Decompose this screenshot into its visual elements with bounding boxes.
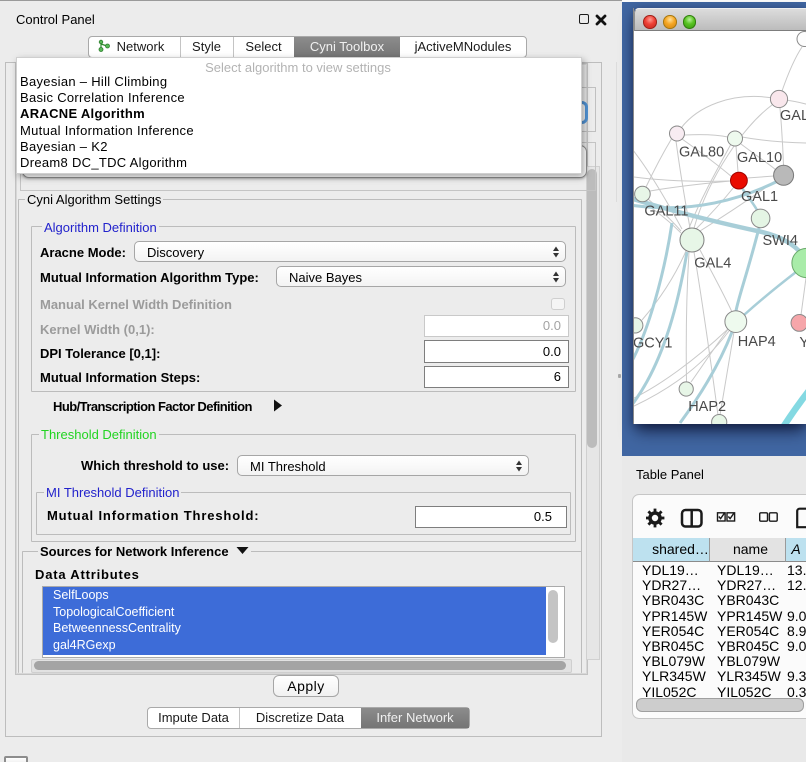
svg-text:YKL: YKL bbox=[799, 335, 806, 351]
svg-text:GAL2: GAL2 bbox=[780, 108, 806, 124]
svg-text:GAL80: GAL80 bbox=[679, 145, 724, 161]
svg-text:HAP4: HAP4 bbox=[738, 334, 776, 350]
svg-text:GAL11: GAL11 bbox=[644, 204, 688, 220]
svg-text:GAL4: GAL4 bbox=[694, 256, 731, 272]
svg-text:GAL1: GAL1 bbox=[741, 189, 778, 205]
svg-text:SWI4: SWI4 bbox=[763, 233, 798, 249]
svg-text:GAL10: GAL10 bbox=[737, 150, 782, 166]
svg-text:HAP2: HAP2 bbox=[688, 399, 726, 415]
svg-text:GCY1: GCY1 bbox=[634, 336, 673, 352]
